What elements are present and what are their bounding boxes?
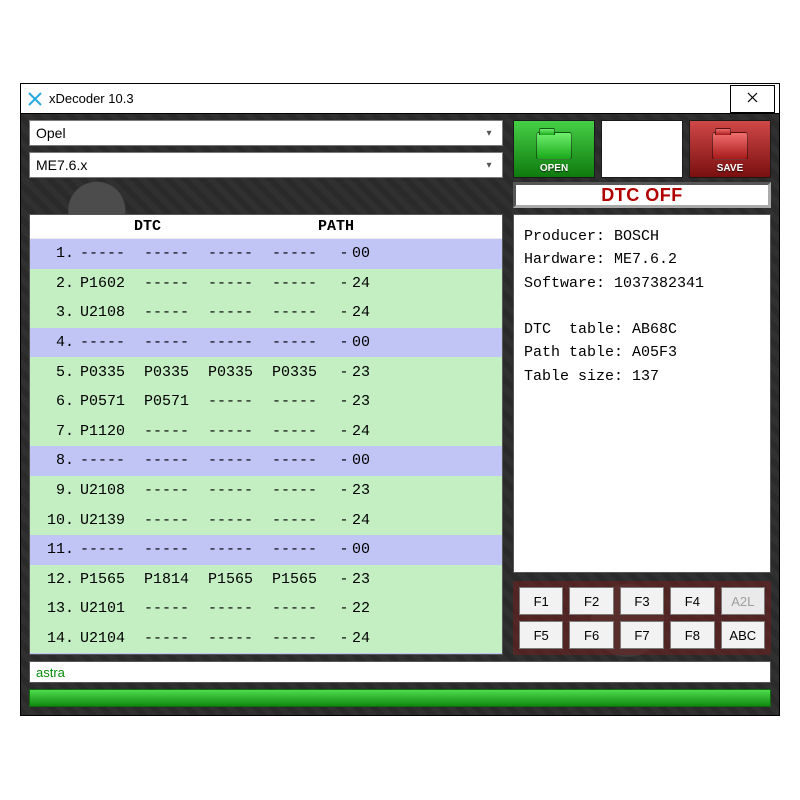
client-area: Opel ▾ ME7.6.x ▾ OPEN SAVE <box>21 114 779 715</box>
dtc-header-path: PATH <box>318 218 388 235</box>
open-button-label: OPEN <box>540 163 568 174</box>
fkey-f1[interactable]: F1 <box>519 587 563 615</box>
fkey-abc[interactable]: ABC <box>721 621 765 649</box>
open-button[interactable]: OPEN <box>513 120 595 178</box>
dtc-row[interactable]: 11.---------------------00 <box>30 535 502 565</box>
save-button-label: SAVE <box>717 163 744 174</box>
chevron-down-icon: ▾ <box>480 153 498 177</box>
fkey-f2[interactable]: F2 <box>569 587 613 615</box>
dtc-row[interactable]: 4.---------------------00 <box>30 328 502 358</box>
dtc-panel: DTC PATH 1.---------------------002.P160… <box>29 214 503 655</box>
dtc-off-label: DTC OFF <box>601 185 683 206</box>
brand-combo-value: Opel <box>36 125 66 141</box>
dtc-row[interactable]: 13.U2101----------------22 <box>30 594 502 624</box>
ecu-combo[interactable]: ME7.6.x ▾ <box>29 152 503 178</box>
dtc-list[interactable]: 1.---------------------002.P1602--------… <box>30 239 502 654</box>
close-button[interactable] <box>730 85 775 113</box>
fkey-f8[interactable]: F8 <box>670 621 714 649</box>
dtc-row[interactable]: 1.---------------------00 <box>30 239 502 269</box>
window-title: xDecoder 10.3 <box>49 91 730 106</box>
dtc-header: DTC PATH <box>30 215 502 239</box>
status-bar: astra <box>29 661 771 683</box>
dtc-row[interactable]: 3.U2108----------------24 <box>30 298 502 328</box>
status-text: astra <box>36 665 65 680</box>
fkey-f7[interactable]: F7 <box>620 621 664 649</box>
dtc-row[interactable]: 12.P1565P1814P1565P1565-23 <box>30 565 502 595</box>
blank-tool-slot <box>601 120 683 178</box>
progress-bar <box>29 689 771 707</box>
brand-combo[interactable]: Opel ▾ <box>29 120 503 146</box>
dtc-row[interactable]: 9.U2108----------------23 <box>30 476 502 506</box>
fkey-f3[interactable]: F3 <box>620 587 664 615</box>
dtc-row[interactable]: 8.---------------------00 <box>30 446 502 476</box>
dtc-row[interactable]: 6.P0571P0571-----------23 <box>30 387 502 417</box>
save-button[interactable]: SAVE <box>689 120 771 178</box>
dtc-row[interactable]: 7.P1120----------------24 <box>30 417 502 447</box>
titlebar[interactable]: xDecoder 10.3 <box>21 84 779 114</box>
fkey-a2l: A2L <box>721 587 765 615</box>
dtc-row[interactable]: 2.P1602----------------24 <box>30 269 502 299</box>
app-window: xDecoder 10.3 Opel ▾ ME7.6.x ▾ <box>20 83 780 716</box>
fkey-f6[interactable]: F6 <box>569 621 613 649</box>
folder-save-icon <box>712 132 748 160</box>
ecu-combo-value: ME7.6.x <box>36 157 87 173</box>
dtc-row[interactable]: 14.U2104----------------24 <box>30 624 502 654</box>
dtc-row[interactable]: 15.---------------------00 <box>30 653 502 654</box>
dtc-off-button[interactable]: DTC OFF <box>513 182 771 208</box>
fkey-f5[interactable]: F5 <box>519 621 563 649</box>
fkey-f4[interactable]: F4 <box>670 587 714 615</box>
close-icon <box>747 91 758 106</box>
progress-fill <box>30 690 770 706</box>
chevron-down-icon: ▾ <box>480 121 498 145</box>
info-panel: Producer: BOSCH Hardware: ME7.6.2 Softwa… <box>513 214 771 573</box>
dtc-header-dtc: DTC <box>74 218 178 235</box>
dtc-row[interactable]: 10.U2139----------------24 <box>30 505 502 535</box>
app-icon <box>27 91 43 107</box>
dtc-row[interactable]: 5.P0335P0335P0335P0335-23 <box>30 357 502 387</box>
folder-open-icon <box>536 132 572 160</box>
function-keys: F1F2F3F4A2L F5F6F7F8ABC <box>513 581 771 655</box>
